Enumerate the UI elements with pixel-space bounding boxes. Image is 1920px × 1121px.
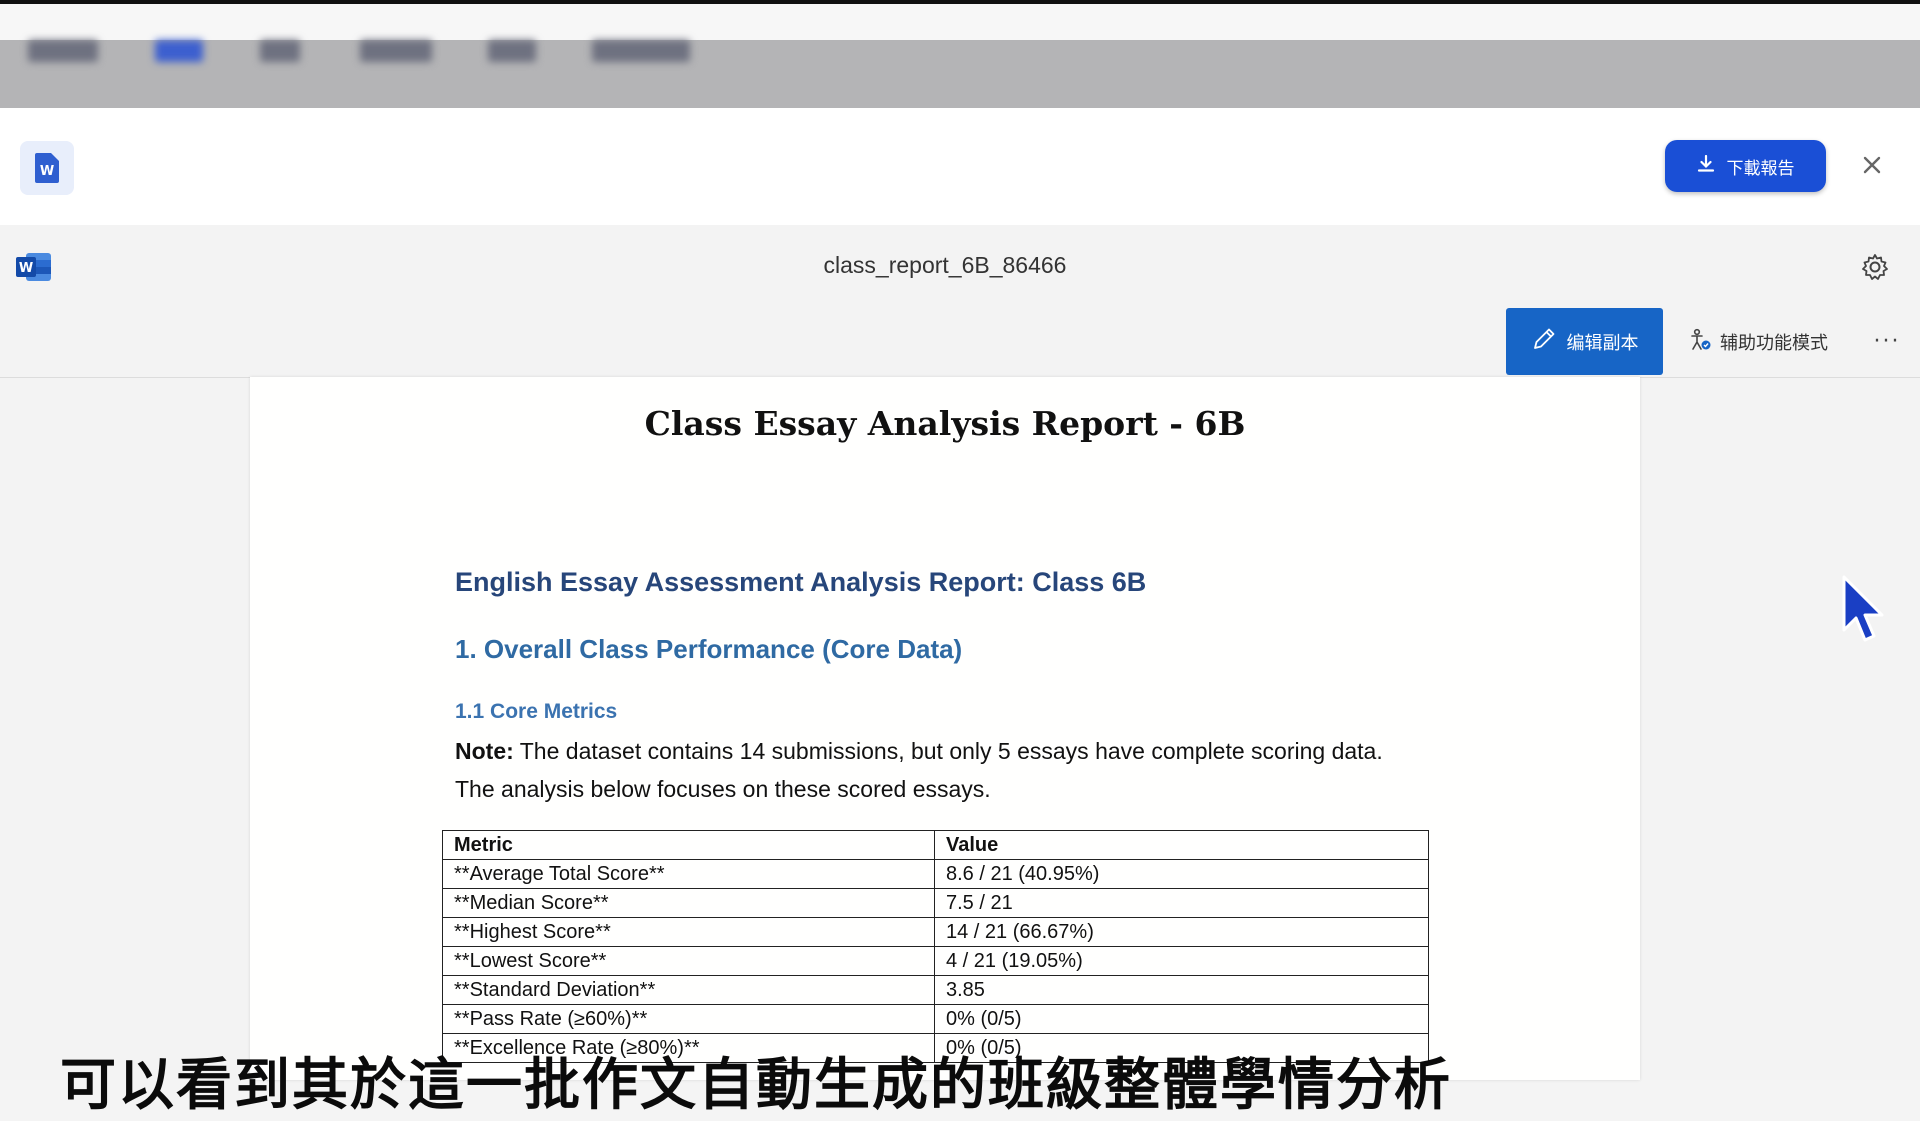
- subsection-heading: 1.1 Core Metrics: [455, 700, 618, 723]
- gear-icon[interactable]: [1860, 252, 1890, 282]
- accessibility-label: 辅助功能模式: [1720, 333, 1828, 354]
- note-label: Note:: [455, 738, 514, 764]
- value-cell: 0% (0/5): [934, 1004, 1429, 1034]
- blurred-tab: [360, 40, 432, 62]
- table-row: **Standard Deviation** 3.85: [442, 975, 1429, 1005]
- close-icon[interactable]: [1855, 148, 1889, 182]
- value-cell: 4 / 21 (19.05%): [934, 946, 1429, 976]
- metric-cell: **Pass Rate (≥60%)**: [442, 1004, 935, 1034]
- note-text: The dataset contains 14 submissions, but…: [455, 738, 1383, 802]
- table-header-cell: Metric: [442, 830, 935, 860]
- section-heading: 1. Overall Class Performance (Core Data): [455, 634, 963, 664]
- mouse-pointer-icon: [1840, 574, 1888, 648]
- value-cell: 7.5 / 21: [934, 888, 1429, 918]
- value-cell: 14 / 21 (66.67%): [934, 917, 1429, 947]
- document-name: class_report_6B_86466: [823, 252, 1067, 278]
- accessibility-mode-button[interactable]: 辅助功能模式: [1682, 316, 1847, 368]
- download-report-button[interactable]: 下載報告: [1665, 140, 1826, 192]
- table-row: **Highest Score** 14 / 21 (66.67%): [442, 917, 1429, 947]
- blurred-tab: [260, 40, 300, 62]
- table-header-row: Metric Value: [442, 830, 1429, 860]
- core-metrics-table: Metric Value **Average Total Score** 8.6…: [442, 830, 1429, 1063]
- report-header-panel: [0, 108, 1920, 225]
- accessibility-icon: [1688, 328, 1712, 357]
- blurred-tab: [488, 40, 536, 62]
- word-file-icon: W: [20, 141, 74, 195]
- edit-copy-label: 编辑副本: [1566, 332, 1639, 354]
- value-cell: 8.6 / 21 (40.95%): [934, 859, 1429, 889]
- metric-cell: **Highest Score**: [442, 917, 935, 947]
- edit-copy-button[interactable]: 编辑副本: [1506, 308, 1663, 375]
- report-heading: English Essay Assessment Analysis Report…: [455, 567, 1147, 597]
- blurred-tab: [592, 40, 690, 62]
- video-subtitle-caption: 可以看到其於這一批作文自動生成的班級整體學情分析: [60, 1053, 1452, 1118]
- table-row: **Pass Rate (≥60%)** 0% (0/5): [442, 1004, 1429, 1034]
- more-options-button[interactable]: ···: [1870, 326, 1904, 356]
- svg-text:W: W: [40, 164, 54, 179]
- metric-cell: **Average Total Score**: [442, 859, 935, 889]
- pencil-icon: [1531, 326, 1557, 357]
- document-title: Class Essay Analysis Report - 6B: [644, 404, 1246, 443]
- table-row: **Lowest Score** 4 / 21 (19.05%): [442, 946, 1429, 976]
- note-paragraph: Note: The dataset contains 14 submission…: [455, 732, 1395, 808]
- metric-cell: **Median Score**: [442, 888, 935, 918]
- browser-gap: [0, 4, 1920, 40]
- table-row: **Average Total Score** 8.6 / 21 (40.95%…: [442, 859, 1429, 889]
- metric-cell: **Standard Deviation**: [442, 975, 935, 1005]
- download-icon: [1697, 154, 1715, 178]
- blurred-tab: [155, 40, 203, 62]
- download-label: 下載報告: [1726, 158, 1795, 179]
- table-row: **Median Score** 7.5 / 21: [442, 888, 1429, 918]
- table-header-cell: Value: [934, 830, 1429, 860]
- blurred-tab: [28, 40, 98, 62]
- value-cell: 3.85: [934, 975, 1429, 1005]
- metric-cell: **Lowest Score**: [442, 946, 935, 976]
